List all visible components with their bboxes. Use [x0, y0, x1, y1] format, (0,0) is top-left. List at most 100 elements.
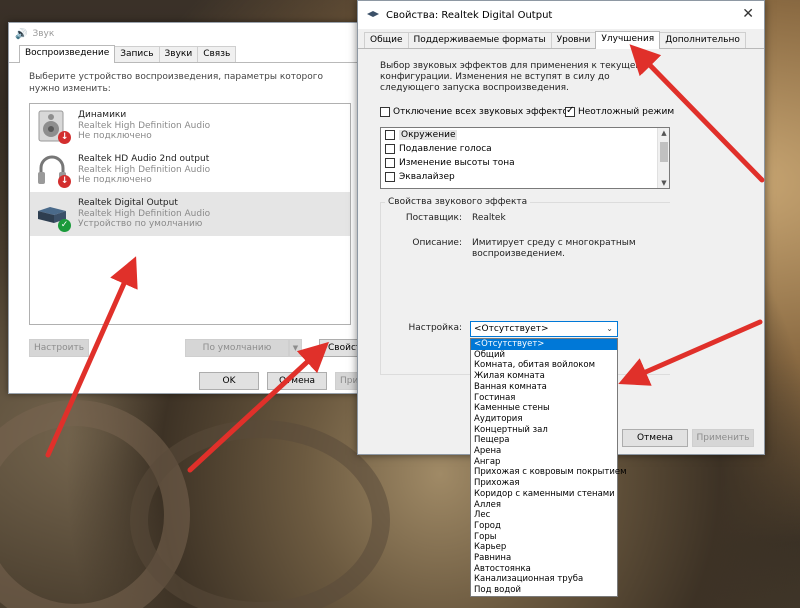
tab-communications[interactable]: Связь	[197, 46, 237, 62]
dropdown-option[interactable]: Автостоянка	[471, 564, 617, 575]
wallpaper-decoration	[130, 420, 390, 608]
setting-select[interactable]: <Отсутствует> ⌄	[470, 321, 618, 337]
speaker-icon: ↓	[36, 109, 71, 144]
disconnected-status-icon: ↓	[58, 175, 71, 188]
dropdown-option[interactable]: Аллея	[471, 500, 617, 511]
close-icon[interactable]: ✕	[742, 6, 754, 22]
device-row-speakers[interactable]: ↓ Динамики Realtek High Definition Audio…	[30, 104, 350, 148]
dropdown-option[interactable]: Ванная комната	[471, 382, 617, 393]
scrollbar-thumb[interactable]	[660, 142, 668, 162]
setting-row: Настройка:	[380, 323, 462, 333]
ok-button[interactable]: OK	[199, 372, 259, 390]
effects-list: Окружение Подавление голоса Изменение вы…	[380, 127, 670, 189]
disconnected-status-icon: ↓	[58, 131, 71, 144]
chevron-down-icon[interactable]: ⌄	[606, 324, 613, 333]
dropdown-option[interactable]: Арена	[471, 446, 617, 457]
setting-dropdown-list: <Отсутствует> Общий Комната, обитая войл…	[470, 338, 627, 597]
description-row: Описание: Имитирует среду с многократным…	[380, 238, 642, 260]
sound-window-title: Звук	[32, 29, 55, 39]
effect-item[interactable]: Подавление голоса	[381, 142, 669, 156]
checkbox-box-checked[interactable]	[565, 105, 575, 117]
tab-supported-formats[interactable]: Поддерживаемые форматы	[407, 32, 552, 48]
setting-select-value: <Отсутствует>	[474, 324, 549, 334]
device-driver: Realtek High Definition Audio	[78, 120, 211, 131]
playback-device-list: ↓ Динамики Realtek High Definition Audio…	[29, 103, 351, 325]
effect-checkbox[interactable]	[385, 172, 395, 182]
dropdown-option[interactable]: Лес	[471, 510, 617, 521]
scroll-up-icon[interactable]: ▲	[658, 129, 670, 137]
tab-playback[interactable]: Воспроизведение	[19, 45, 116, 63]
effect-checkbox[interactable]	[385, 158, 395, 168]
immediate-mode-checkbox[interactable]: Неотложный режим	[565, 105, 674, 117]
device-name: Realtek HD Audio 2nd output	[78, 154, 210, 165]
disable-all-effects-label: Отключение всех звуковых эффектов	[393, 107, 574, 117]
tab-sounds[interactable]: Звуки	[158, 46, 199, 62]
provider-row: Поставщик: Realtek	[380, 213, 642, 224]
sound-window-titlebar[interactable]: 🔊 Звук	[9, 23, 369, 45]
cancel-button[interactable]: Отмена	[622, 429, 688, 447]
device-driver: Realtek High Definition Audio	[78, 164, 211, 175]
effect-item[interactable]: Эквалайзер	[381, 170, 669, 184]
tab-advanced[interactable]: Дополнительно	[659, 32, 746, 48]
properties-window-titlebar[interactable]: Свойства: Realtek Digital Output ✕	[358, 1, 764, 29]
provider-label: Поставщик:	[405, 213, 462, 223]
dropdown-option[interactable]: Общий	[471, 350, 617, 361]
device-name: Динамики	[78, 110, 127, 121]
device-status: Устройство по умолчанию	[78, 219, 203, 230]
dropdown-option[interactable]: Гостиная	[471, 393, 617, 404]
dropdown-option[interactable]: Прихожая с ковровым покрытием	[471, 467, 627, 478]
effect-checkbox[interactable]	[385, 130, 395, 140]
device-status: Не подключено	[78, 175, 152, 186]
tab-enhancements[interactable]: Улучшения	[595, 31, 661, 49]
dropdown-option[interactable]: Аудитория	[471, 414, 617, 425]
dropdown-option[interactable]: Город	[471, 521, 617, 532]
device-row-digital-output[interactable]: ✓ Realtek Digital Output Realtek High De…	[30, 192, 350, 236]
effects-scrollbar[interactable]: ▲ ▼	[657, 128, 669, 188]
effect-label: Эквалайзер	[399, 172, 455, 182]
dropdown-option[interactable]: Каменные стены	[471, 403, 617, 414]
sound-window: 🔊 Звук Воспроизведение Запись Звуки Связ…	[8, 22, 379, 394]
digital-output-icon: ✓	[36, 197, 71, 232]
tab-general[interactable]: Общие	[364, 32, 409, 48]
description-value: Имитирует среду с многократным воспроизв…	[472, 238, 636, 259]
apply-button[interactable]: Применить	[692, 429, 754, 447]
checkbox-box[interactable]	[380, 107, 390, 117]
dropdown-option[interactable]: Горы	[471, 532, 617, 543]
dropdown-option[interactable]: Концертный зал	[471, 425, 617, 436]
dropdown-option[interactable]: Комната, обитая войлоком	[471, 360, 617, 371]
dropdown-option[interactable]: Равнина	[471, 553, 617, 564]
dropdown-option[interactable]: Прихожая	[471, 478, 617, 489]
effect-item[interactable]: Окружение	[381, 128, 669, 142]
configure-button[interactable]: Настроить	[29, 339, 89, 357]
properties-window-title: Свойства: Realtek Digital Output	[386, 9, 553, 21]
speaker-device-icon	[366, 9, 380, 22]
device-driver: Realtek High Definition Audio	[78, 208, 211, 219]
scroll-down-icon[interactable]: ▼	[658, 179, 670, 187]
default-device-check-icon: ✓	[58, 219, 71, 232]
dropdown-option[interactable]: Карьер	[471, 542, 617, 553]
tab-recording[interactable]: Запись	[114, 46, 160, 62]
playback-instruction: Выберите устройство воспроизведения, пар…	[29, 72, 324, 94]
cancel-button[interactable]: Отмена	[267, 372, 327, 390]
effect-item[interactable]: Изменение высоты тона	[381, 156, 669, 170]
dropdown-option[interactable]: Пещера	[471, 435, 617, 446]
dropdown-option[interactable]: Под водой	[471, 585, 617, 596]
headphones-icon: ↓	[36, 153, 71, 188]
enhancements-instruction: Выбор звуковых эффектов для применения к…	[380, 61, 642, 93]
chevron-down-icon: ▼	[292, 344, 299, 352]
effect-properties-legend: Свойства звукового эффекта	[388, 197, 528, 207]
dropdown-option[interactable]: Канализационная труба	[471, 574, 617, 585]
description-label: Описание:	[412, 238, 462, 248]
device-row-hd-audio-2nd[interactable]: ↓ Realtek HD Audio 2nd output Realtek Hi…	[30, 148, 350, 192]
dropdown-option[interactable]: Жилая комната	[471, 371, 617, 382]
effect-checkbox[interactable]	[385, 144, 395, 154]
disable-all-effects-checkbox[interactable]: Отключение всех звуковых эффектов	[380, 107, 573, 117]
dropdown-option[interactable]: <Отсутствует>	[471, 339, 617, 350]
set-default-dropdown-arrow[interactable]: ▼	[289, 339, 302, 357]
set-default-button[interactable]: По умолчанию	[185, 339, 289, 357]
dropdown-option[interactable]: Ангар	[471, 457, 617, 468]
setting-label: Настройка:	[408, 323, 462, 333]
dropdown-option[interactable]: Коридор с каменными стенами	[471, 489, 617, 500]
sound-tabs: Воспроизведение Запись Звуки Связь	[9, 45, 369, 63]
tab-levels[interactable]: Уровни	[550, 32, 597, 48]
